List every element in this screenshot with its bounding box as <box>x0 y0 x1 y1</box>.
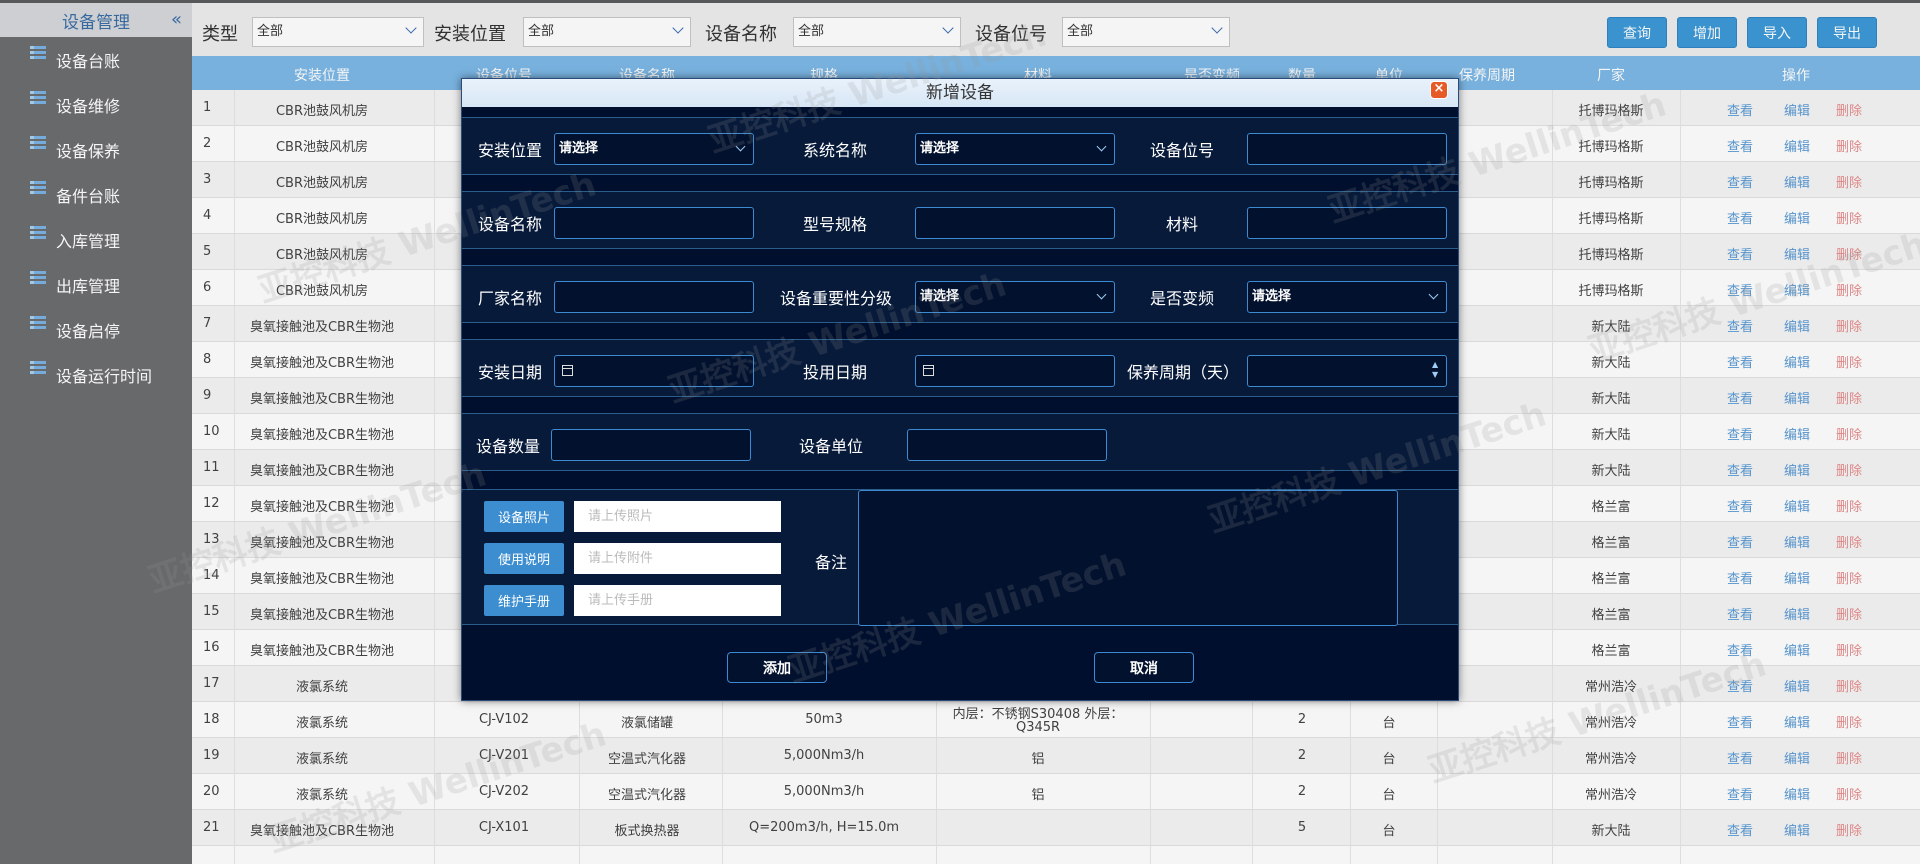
material-input[interactable] <box>1247 207 1447 239</box>
maintenance-upload-field[interactable]: 请上传手册 <box>574 585 781 616</box>
tag-no-label: 设备位号 <box>1150 141 1215 160</box>
device-name-label: 设备名称 <box>478 215 543 234</box>
model-label: 型号规格 <box>803 215 868 234</box>
maintenance-upload-button[interactable]: 维护手册 <box>484 585 564 616</box>
calendar-icon <box>923 365 934 376</box>
unit-label: 设备单位 <box>799 437 864 456</box>
chevron-down-icon <box>735 141 746 152</box>
system-name-select[interactable]: 请选择 <box>915 133 1115 165</box>
chevron-down-icon <box>1096 141 1107 152</box>
cancel-button[interactable]: 取消 <box>1094 652 1194 683</box>
material-label: 材料 <box>1166 215 1199 234</box>
dialog-title: 新增设备 <box>926 83 994 103</box>
form-row-1: 安装位置 请选择 系统名称 请选择 设备位号 <box>462 117 1458 175</box>
add-confirm-button[interactable]: 添加 <box>727 652 827 683</box>
vfd-select[interactable]: 请选择 <box>1247 281 1447 313</box>
maker-input[interactable] <box>554 281 754 313</box>
chevron-down-icon <box>1096 289 1107 300</box>
photo-upload-field[interactable]: 请上传照片 <box>574 501 781 532</box>
remark-label: 备注 <box>815 553 848 572</box>
add-device-dialog: 新增设备 × 安装位置 请选择 系统名称 请选择 设备位号 设备名称 型号规格 … <box>461 78 1459 701</box>
maker-label: 厂家名称 <box>478 289 543 308</box>
photo-upload-button[interactable]: 设备照片 <box>484 501 564 532</box>
use-date-label: 投用日期 <box>803 363 868 382</box>
form-row-attachments: 设备照片 请上传照片 使用说明 请上传附件 维护手册 请上传手册 备注 <box>462 489 1458 626</box>
dialog-title-bar: 新增设备 × <box>462 79 1458 107</box>
install-location-value: 请选择 <box>559 141 599 156</box>
close-icon[interactable]: × <box>1430 81 1448 99</box>
remark-textarea[interactable] <box>858 490 1398 626</box>
unit-input[interactable] <box>907 429 1107 461</box>
install-location-select[interactable]: 请选择 <box>554 133 754 165</box>
install-date-label: 安装日期 <box>478 363 543 382</box>
tag-no-input[interactable] <box>1247 133 1447 165</box>
calendar-icon <box>562 365 573 376</box>
chevron-down-icon <box>1428 289 1439 300</box>
system-name-label: 系统名称 <box>803 141 868 160</box>
system-name-value: 请选择 <box>920 141 960 156</box>
cycle-label: 保养周期（天） <box>1127 363 1240 382</box>
form-row-4: 安装日期 投用日期 保养周期（天） ▲ ▼ <box>462 339 1458 397</box>
quantity-label: 设备数量 <box>476 437 541 456</box>
form-row-2: 设备名称 型号规格 材料 <box>462 191 1458 249</box>
use-date-input[interactable] <box>915 355 1115 387</box>
vfd-label: 是否变频 <box>1150 289 1215 308</box>
importance-label: 设备重要性分级 <box>780 289 893 308</box>
importance-select[interactable]: 请选择 <box>915 281 1115 313</box>
form-row-3: 厂家名称 设备重要性分级 请选择 是否变频 请选择 <box>462 265 1458 323</box>
vfd-value: 请选择 <box>1252 289 1292 304</box>
cycle-input[interactable]: ▲ ▼ <box>1247 355 1447 387</box>
importance-value: 请选择 <box>920 289 960 304</box>
model-input[interactable] <box>915 207 1115 239</box>
device-name-input[interactable] <box>554 207 754 239</box>
quantity-input[interactable] <box>551 429 751 461</box>
install-date-input[interactable] <box>554 355 754 387</box>
manual-upload-button[interactable]: 使用说明 <box>484 543 564 574</box>
install-location-label: 安装位置 <box>478 141 543 160</box>
spinner-arrows-icon[interactable]: ▲ ▼ <box>1432 360 1440 382</box>
manual-upload-field[interactable]: 请上传附件 <box>574 543 781 574</box>
form-row-5: 设备数量 设备单位 <box>462 413 1458 471</box>
